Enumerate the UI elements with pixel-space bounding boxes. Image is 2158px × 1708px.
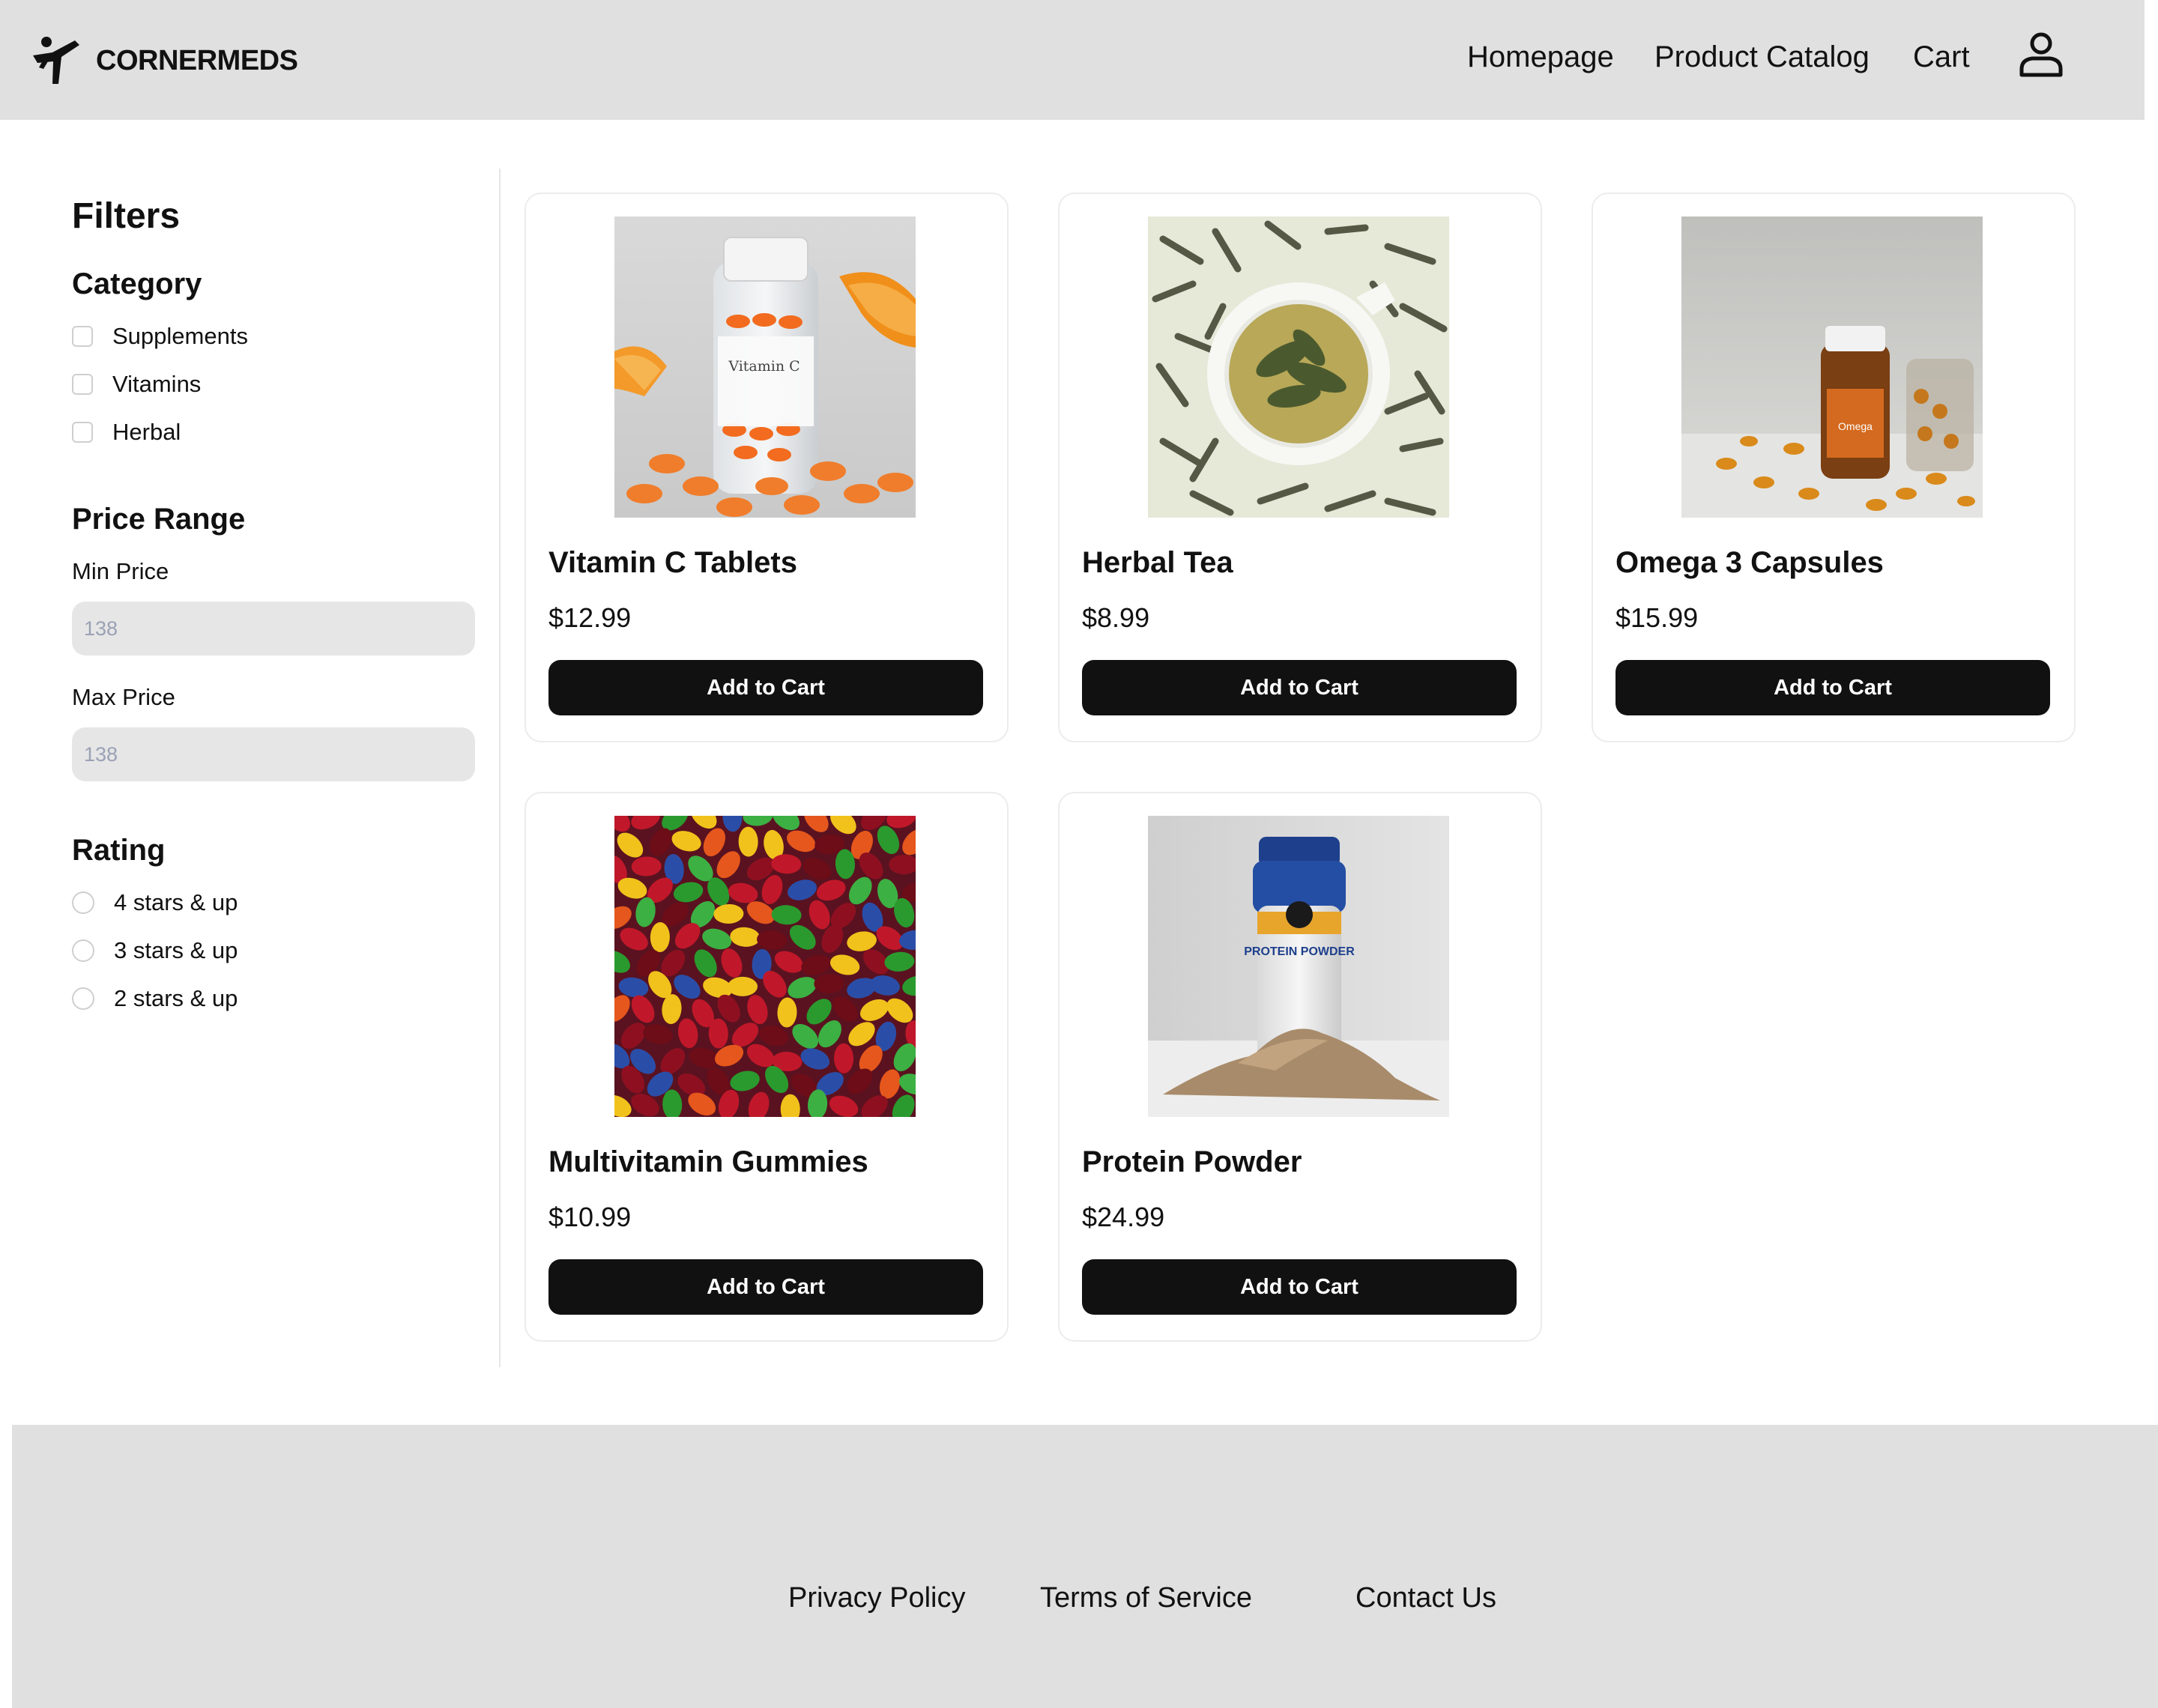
option-label: 4 stars & up (114, 889, 238, 915)
checkbox[interactable] (72, 422, 93, 443)
product-image[interactable] (1148, 216, 1449, 518)
gummies-image (614, 816, 916, 1117)
runner-logo-icon (33, 37, 79, 84)
product-price: $8.99 (1082, 602, 1150, 633)
user-icon[interactable] (2016, 28, 2067, 79)
checkbox[interactable] (72, 326, 93, 347)
option-label: 3 stars & up (114, 937, 238, 963)
add-to-cart-button[interactable]: Add to Cart (1082, 660, 1517, 715)
category-option-supplements[interactable]: Supplements (72, 321, 248, 351)
brand[interactable]: CORNERMEDS (30, 34, 298, 87)
svg-text:PROTEIN POWDER: PROTEIN POWDER (1244, 945, 1355, 958)
product-card[interactable]: Multivitamin Gummies $10.99 Add to Cart (525, 792, 1009, 1342)
add-to-cart-button[interactable]: Add to Cart (548, 1259, 983, 1315)
product-image[interactable]: PROTEIN POWDER (1148, 816, 1449, 1117)
svg-text:Vitamin C: Vitamin C (728, 358, 800, 375)
footer-contact-us[interactable]: Contact Us (1355, 1582, 1496, 1614)
protein-powder-image: PROTEIN POWDER (1148, 816, 1449, 1117)
nav-product-catalog[interactable]: Product Catalog (1654, 36, 1870, 78)
product-name[interactable]: Multivitamin Gummies (548, 1145, 868, 1179)
max-price-label: Max Price (72, 684, 175, 710)
site-header: CORNERMEDS Homepage Product Catalog Cart (0, 0, 2145, 120)
site-footer: Privacy Policy Terms of Service Contact … (12, 1425, 2158, 1708)
product-card[interactable]: Herbal Tea $8.99 Add to Cart (1058, 193, 1542, 742)
product-image[interactable]: Omega (1681, 216, 1983, 518)
rating-title: Rating (72, 834, 166, 867)
product-price: $24.99 (1082, 1202, 1165, 1232)
option-label: Supplements (112, 323, 248, 349)
svg-text:Omega: Omega (1838, 420, 1873, 432)
product-name[interactable]: Herbal Tea (1082, 546, 1233, 580)
rating-option-2-stars[interactable]: 2 stars & up (72, 984, 238, 1014)
product-card[interactable]: Vitamin C Vitamin C Tablets $12.99 Add t… (525, 193, 1009, 742)
product-name[interactable]: Vitamin C Tablets (548, 546, 797, 580)
product-price: $12.99 (548, 602, 632, 633)
product-price: $10.99 (548, 1202, 632, 1232)
option-label: Vitamins (112, 371, 202, 397)
nav-cart[interactable]: Cart (1913, 36, 1970, 78)
option-label: 2 stars & up (114, 985, 238, 1011)
product-image[interactable] (614, 816, 916, 1117)
radio-button[interactable] (72, 987, 94, 1010)
price-range-title: Price Range (72, 503, 246, 536)
category-title: Category (72, 267, 202, 300)
product-card[interactable]: PROTEIN POWDER Protein Powder $24.99 Add… (1058, 792, 1542, 1342)
rating-option-3-stars[interactable]: 3 stars & up (72, 936, 238, 966)
option-label: Herbal (112, 419, 181, 445)
nav-homepage[interactable]: Homepage (1467, 36, 1614, 78)
filters-sidebar: Filters Category Supplements Vitamins He… (0, 169, 501, 1367)
max-price-input[interactable] (72, 727, 475, 781)
add-to-cart-button[interactable]: Add to Cart (1616, 660, 2050, 715)
product-card[interactable]: Omega Omega 3 Capsules $15.99 Add to Car… (1592, 193, 2076, 742)
brand-name: CORNERMEDS (96, 44, 298, 76)
add-to-cart-button[interactable]: Add to Cart (1082, 1259, 1517, 1315)
add-to-cart-button[interactable]: Add to Cart (548, 660, 983, 715)
radio-button[interactable] (72, 939, 94, 962)
category-option-vitamins[interactable]: Vitamins (72, 369, 201, 399)
radio-button[interactable] (72, 891, 94, 914)
filters-title: Filters (72, 196, 181, 236)
vitamin-c-image: Vitamin C (614, 216, 916, 518)
checkbox[interactable] (72, 374, 93, 395)
herbal-tea-image (1148, 216, 1449, 518)
product-image[interactable]: Vitamin C (614, 216, 916, 518)
category-option-herbal[interactable]: Herbal (72, 417, 181, 447)
footer-privacy-policy[interactable]: Privacy Policy (788, 1582, 966, 1614)
product-price: $15.99 (1616, 602, 1699, 633)
rating-option-4-stars[interactable]: 4 stars & up (72, 888, 238, 918)
product-name[interactable]: Omega 3 Capsules (1616, 546, 1884, 580)
min-price-label: Min Price (72, 558, 169, 584)
min-price-input[interactable] (72, 602, 475, 655)
product-name[interactable]: Protein Powder (1082, 1145, 1302, 1179)
omega-3-image: Omega (1681, 216, 1983, 518)
footer-terms-of-service[interactable]: Terms of Service (1040, 1582, 1252, 1614)
